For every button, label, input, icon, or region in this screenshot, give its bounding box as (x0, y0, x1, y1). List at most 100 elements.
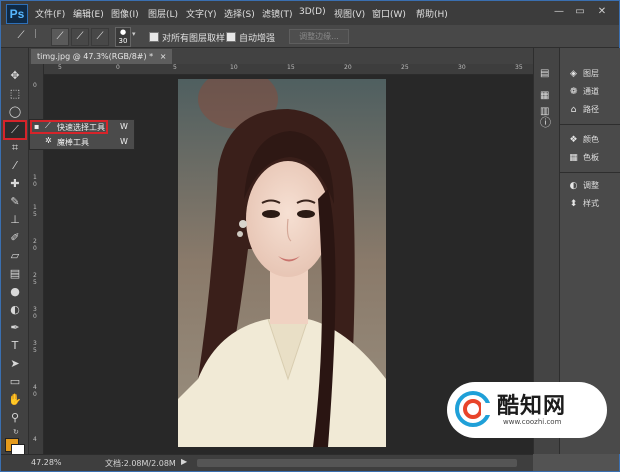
eraser-tool-icon[interactable]: ▱ (5, 248, 25, 264)
subtract-from-selection-icon[interactable]: ⟋ (91, 28, 109, 46)
flyout-item-label: 快速选择工具 (57, 123, 105, 132)
menu-view[interactable]: 视图(V) (334, 7, 365, 20)
menu-bar: Ps 文件(F) 编辑(E) 图像(I) 图层(L) 文字(Y) 选择(S) 滤… (1, 1, 619, 25)
menu-select[interactable]: 选择(S) (224, 7, 255, 20)
dodge-tool-icon[interactable]: ◐ (5, 302, 25, 318)
shape-tool-icon[interactable]: ▭ (5, 374, 25, 390)
zoom-tool-icon[interactable]: ⚲ (5, 410, 25, 426)
chevron-right-icon[interactable]: ▶ (181, 457, 187, 466)
ruler-tick: 10 (230, 64, 238, 71)
menu-image[interactable]: 图像(I) (111, 7, 139, 20)
tool-flyout-menu: ▪ ⟋ 快速选择工具 W ✲ 魔棒工具 W (29, 119, 135, 150)
menu-filter[interactable]: 滤镜(T) (262, 7, 293, 20)
options-bar: ⟋ | ⟋ ⟋ ⟋ ● 30 ▾ 对所有图层取样 自动增强 调整边缘... (1, 25, 619, 48)
quick-selection-icon: ⟋ (45, 121, 51, 130)
history-brush-icon[interactable]: ✐ (5, 230, 25, 246)
channels-icon: ❁ (569, 87, 578, 97)
lasso-tool-icon[interactable]: ◯ (5, 104, 25, 120)
chevron-down-icon[interactable]: ▾ (132, 30, 136, 38)
flyout-item-shortcut: W (120, 137, 128, 146)
ruler-tick: 20 (344, 64, 352, 71)
ruler-tick: 3 (33, 306, 37, 313)
swap-colors-icon[interactable]: ↻ (13, 428, 19, 436)
ruler-tick: 35 (515, 64, 523, 71)
zoom-level[interactable]: 47.28% (31, 458, 62, 467)
panel-channels[interactable]: ❁ 通道 (568, 86, 599, 98)
healing-brush-icon[interactable]: ✚ (5, 176, 25, 192)
horizontal-ruler: 5 0 5 10 15 20 25 30 35 (44, 64, 533, 75)
close-tab-icon[interactable]: × (160, 52, 167, 61)
menu-file[interactable]: 文件(F) (35, 7, 65, 20)
ruler-tick: 3 (33, 340, 37, 347)
ruler-tick: 25 (401, 64, 409, 71)
pen-tool-icon[interactable]: ✒ (5, 320, 25, 336)
photoshop-logo: Ps (6, 4, 28, 24)
clone-stamp-icon[interactable]: ⊥ (5, 212, 25, 228)
marquee-tool-icon[interactable]: ⬚ (5, 86, 25, 102)
type-tool-icon[interactable]: T (5, 338, 25, 354)
menu-type[interactable]: 文字(Y) (186, 7, 217, 20)
watermark-title: 酷知网 (497, 394, 567, 419)
ruler-tick: 5 (58, 64, 62, 71)
magic-wand-icon: ✲ (45, 136, 52, 145)
panel-separator (560, 124, 620, 125)
minimize-button[interactable]: — (551, 5, 567, 19)
close-button[interactable]: ✕ (594, 5, 610, 19)
add-to-selection-icon[interactable]: ⟋ (71, 28, 89, 46)
path-selection-icon[interactable]: ➤ (5, 356, 25, 372)
ruler-tick: 0 (33, 245, 37, 252)
ruler-tick: 4 (33, 436, 37, 443)
restore-button[interactable]: ▭ (572, 5, 588, 19)
hand-tool-icon[interactable]: ✋ (5, 392, 25, 408)
panel-adjustments[interactable]: ◐ 调整 (568, 180, 599, 192)
tool-preset-icon[interactable]: ⟋ (13, 28, 29, 44)
actions-icon[interactable]: ▦ (540, 90, 549, 101)
sample-all-layers-checkbox[interactable] (149, 32, 159, 42)
status-bar: 47.28% 文档:2.08M/2.08M ▶ (1, 454, 533, 471)
blur-tool-icon[interactable]: ● (5, 284, 25, 300)
menu-layer[interactable]: 图层(L) (148, 7, 178, 20)
auto-enhance-checkbox[interactable] (226, 32, 236, 42)
panel-swatches[interactable]: ▦ 色板 (568, 152, 599, 164)
document-size: 文档:2.08M/2.08M (105, 459, 176, 468)
ruler-tick: 1 (33, 174, 37, 181)
info-icon[interactable]: ⓘ (540, 114, 551, 130)
flyout-item-shortcut: W (120, 122, 128, 131)
ruler-tick: 5 (33, 211, 37, 218)
brush-size-picker[interactable]: ● 30 (115, 27, 131, 47)
quick-selection-tool-icon[interactable]: ⟋ (3, 120, 27, 140)
paths-icon: ⌂ (570, 105, 577, 115)
crop-tool-icon[interactable]: ⌗ (5, 140, 25, 156)
ruler-tick: 1 (33, 204, 37, 211)
horizontal-scrollbar[interactable] (197, 459, 517, 467)
history-icon[interactable]: ▤ (540, 68, 549, 79)
move-tool-icon[interactable]: ✥ (5, 68, 25, 84)
selected-dot-icon: ▪ (34, 122, 40, 131)
menu-help[interactable]: 帮助(H) (416, 7, 448, 20)
eyedropper-tool-icon[interactable]: ⁄ (5, 158, 25, 174)
auto-enhance-label: 自动增强 (239, 34, 276, 44)
gradient-tool-icon[interactable]: ▤ (5, 266, 25, 282)
panel-layers[interactable]: ◈ 图层 (568, 68, 599, 80)
new-selection-icon[interactable]: ⟋ (51, 28, 69, 46)
refine-edge-button[interactable]: 调整边缘... (289, 29, 349, 44)
document-tab[interactable]: timg.jpg @ 47.3%(RGB/8#) * × (31, 49, 173, 64)
ruler-tick: 0 (33, 391, 37, 398)
brush-tool-icon[interactable]: ✎ (5, 194, 25, 210)
menu-window[interactable]: 窗口(W) (372, 7, 406, 20)
panel-styles[interactable]: ⬍ 样式 (568, 198, 599, 210)
ruler-tick: 2 (33, 272, 37, 279)
ruler-tick: 0 (116, 64, 120, 71)
ruler-tick: 0 (33, 313, 37, 320)
panel-color[interactable]: ❖ 颜色 (568, 134, 599, 146)
panel-separator (560, 172, 620, 173)
panel-paths[interactable]: ⌂ 路径 (568, 104, 599, 116)
document-title: timg.jpg @ 47.3%(RGB/8#) * (37, 52, 154, 61)
menu-3d[interactable]: 3D(D) (299, 7, 326, 17)
ruler-tick: 5 (33, 279, 37, 286)
watermark: 酷知网 www.coozhi.com (447, 382, 607, 438)
document-photo[interactable] (178, 79, 386, 447)
menu-edit[interactable]: 编辑(E) (73, 7, 104, 20)
sample-all-layers-label: 对所有图层取样 (162, 34, 226, 44)
swatches-icon: ▦ (569, 153, 578, 163)
